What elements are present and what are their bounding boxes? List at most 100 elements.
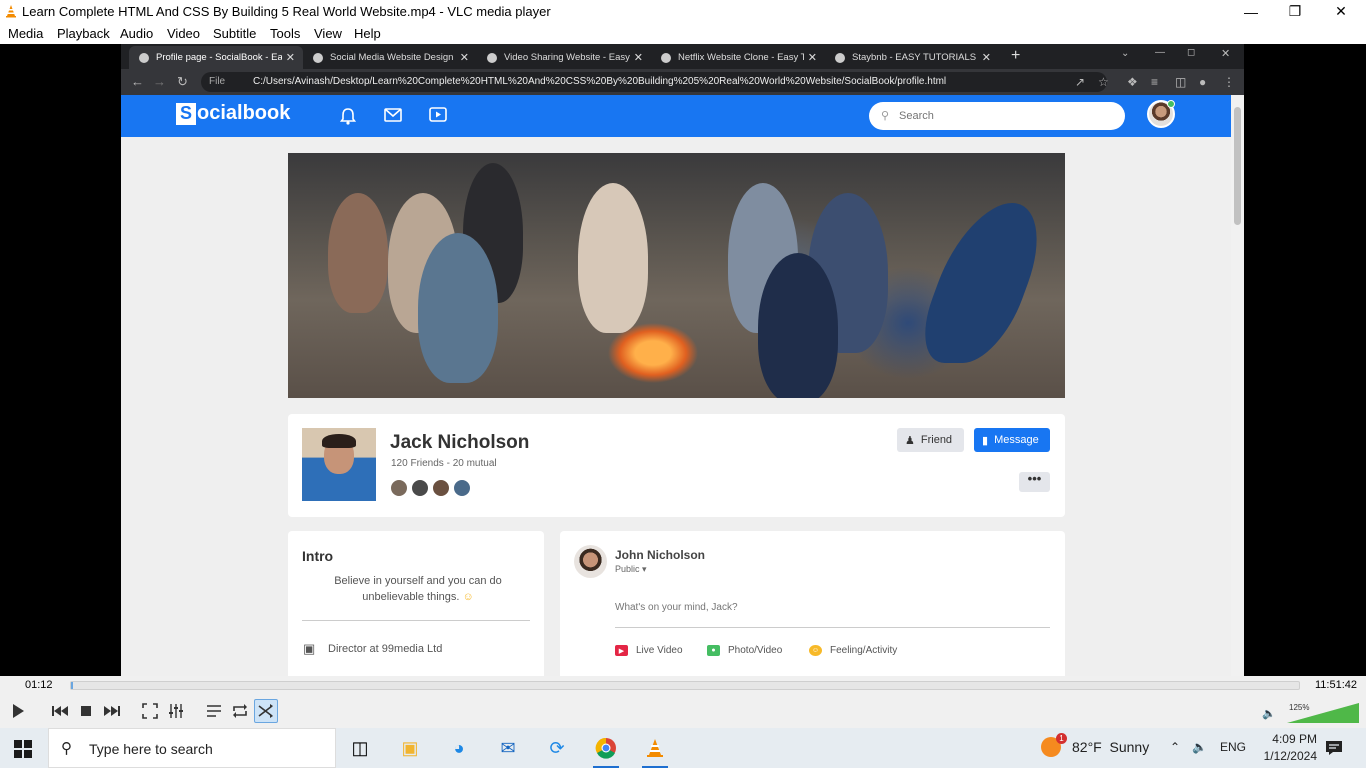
bell-icon[interactable] bbox=[340, 107, 356, 125]
friend-button[interactable]: ♟ Friend bbox=[897, 428, 964, 452]
tab-close-icon[interactable]: ✕ bbox=[808, 51, 817, 64]
equalizer-icon bbox=[169, 704, 183, 718]
mail-icon[interactable]: ✉ bbox=[493, 733, 523, 763]
task-view-icon[interactable]: ◫ bbox=[345, 733, 375, 763]
shuffle-button[interactable] bbox=[254, 699, 278, 723]
friend-avatar[interactable] bbox=[390, 479, 408, 497]
menu-subtitle[interactable]: Subtitle bbox=[213, 26, 256, 41]
previous-icon bbox=[52, 706, 68, 716]
more-options-button[interactable]: ••• bbox=[1019, 472, 1050, 492]
speaker-icon[interactable]: 🔈 bbox=[1262, 706, 1276, 720]
reading-list-icon[interactable]: ≡ bbox=[1151, 75, 1158, 89]
stop-button[interactable] bbox=[74, 699, 98, 723]
friend-button-label: Friend bbox=[920, 434, 953, 446]
menu-media[interactable]: Media bbox=[8, 26, 43, 41]
tab-close-icon[interactable]: ✕ bbox=[982, 51, 991, 64]
restore-button[interactable]: ❐ bbox=[1272, 0, 1318, 23]
seek-bar[interactable] bbox=[70, 681, 1300, 690]
edge-icon[interactable]: ◕ bbox=[444, 733, 474, 763]
globe-icon bbox=[139, 52, 149, 63]
browser-minimize-icon[interactable]: — bbox=[1155, 47, 1165, 58]
tab-label: Profile page - SocialBook - Easy bbox=[156, 52, 282, 63]
browser-close-icon[interactable]: ✕ bbox=[1221, 47, 1230, 60]
play-icon bbox=[13, 704, 24, 718]
browser-tab[interactable]: Social Media Website Design - Ea ✕ bbox=[303, 46, 477, 69]
file-explorer-icon[interactable]: ▣ bbox=[395, 733, 425, 763]
composer-avatar bbox=[574, 545, 607, 578]
menu-audio[interactable]: Audio bbox=[120, 26, 153, 41]
menu-view[interactable]: View bbox=[314, 26, 342, 41]
photo-video-action[interactable]: ● Photo/Video bbox=[707, 645, 782, 656]
profile-picture[interactable] bbox=[302, 428, 376, 501]
browser-tab[interactable]: Profile page - SocialBook - Easy ✕ bbox=[129, 46, 303, 69]
playlist-button[interactable] bbox=[202, 699, 226, 723]
back-icon[interactable]: ← bbox=[131, 74, 144, 89]
site-search-input[interactable] bbox=[899, 107, 1109, 125]
menu-playback[interactable]: Playback bbox=[57, 26, 110, 41]
extended-settings-button[interactable] bbox=[164, 699, 188, 723]
mail-icon[interactable] bbox=[384, 108, 402, 122]
friend-avatar[interactable] bbox=[432, 479, 450, 497]
language-indicator[interactable]: ENG bbox=[1220, 740, 1246, 754]
message-button[interactable]: ▮ Message bbox=[974, 428, 1050, 452]
post-input[interactable] bbox=[615, 588, 1050, 628]
menu-tools[interactable]: Tools bbox=[270, 26, 300, 41]
tab-close-icon[interactable]: ✕ bbox=[286, 51, 295, 64]
extensions-icon[interactable]: ❖ bbox=[1127, 75, 1138, 89]
forward-icon[interactable]: → bbox=[153, 74, 166, 89]
notification-icon[interactable] bbox=[1325, 740, 1343, 756]
windows-start-icon[interactable] bbox=[14, 740, 32, 758]
browser-menu-icon[interactable]: ⋮ bbox=[1223, 75, 1235, 89]
live-video-action[interactable]: ▶ Live Video bbox=[615, 645, 683, 656]
intro-card: Intro Believe in yourself and you can do… bbox=[288, 531, 544, 676]
browser-maximize-icon[interactable]: ◻ bbox=[1187, 47, 1195, 58]
volume-tray-icon[interactable]: 🔈 bbox=[1192, 740, 1207, 754]
tab-close-icon[interactable]: ✕ bbox=[460, 51, 469, 64]
nav-user-avatar[interactable] bbox=[1147, 100, 1175, 128]
menu-video[interactable]: Video bbox=[167, 26, 200, 41]
previous-button[interactable] bbox=[48, 699, 72, 723]
cover-photo bbox=[288, 153, 1065, 398]
taskbar-search[interactable]: ⚲ Type here to search bbox=[48, 728, 336, 768]
vlc-controls: 01:12 11:51:42 🔈 125% bbox=[0, 676, 1366, 728]
page-scrollbar[interactable] bbox=[1231, 95, 1244, 676]
menu-help[interactable]: Help bbox=[354, 26, 381, 41]
show-hidden-icons-icon[interactable]: ⌃ bbox=[1170, 740, 1180, 754]
feeling-activity-action[interactable]: ☺ Feeling/Activity bbox=[809, 645, 897, 656]
browser-tab[interactable]: Netflix Website Clone - Easy Tuto ✕ bbox=[651, 46, 825, 69]
url-field[interactable]: File C:/Users/Avinash/Desktop/Learn%20Co… bbox=[201, 72, 1107, 92]
minimize-button[interactable]: — bbox=[1228, 0, 1274, 23]
side-panel-icon[interactable]: ◫ bbox=[1175, 75, 1186, 89]
reload-icon[interactable]: ↻ bbox=[177, 74, 188, 90]
friend-avatar[interactable] bbox=[453, 479, 471, 497]
tab-search-icon[interactable]: ⌄ bbox=[1121, 48, 1129, 59]
cover-person bbox=[328, 193, 388, 313]
loop-button[interactable] bbox=[228, 699, 252, 723]
cover-person bbox=[418, 233, 498, 383]
friend-avatar[interactable] bbox=[411, 479, 429, 497]
share-icon[interactable]: ↗ bbox=[1075, 75, 1085, 89]
browser-tab[interactable]: Video Sharing Website - Easy Tu ✕ bbox=[477, 46, 651, 69]
bookmark-star-icon[interactable]: ☆ bbox=[1098, 75, 1109, 89]
vlc-taskbar-icon[interactable] bbox=[640, 733, 670, 768]
chrome-icon[interactable] bbox=[591, 733, 621, 768]
scrollbar-thumb[interactable] bbox=[1234, 107, 1241, 225]
taskbar-clock[interactable]: 4:09 PM 1/12/2024 bbox=[1257, 731, 1317, 765]
visibility-dropdown[interactable]: Public ▾ bbox=[615, 564, 647, 575]
elapsed-time: 01:12 bbox=[25, 679, 53, 691]
profile-icon[interactable]: ● bbox=[1199, 75, 1206, 89]
profile-name: Jack Nicholson bbox=[390, 432, 530, 453]
video-icon[interactable] bbox=[429, 107, 447, 122]
new-tab-icon[interactable]: + bbox=[1011, 47, 1020, 65]
play-button[interactable] bbox=[6, 699, 30, 723]
browser-tab[interactable]: Staybnb - EASY TUTORIALS ✕ bbox=[825, 46, 999, 69]
fullscreen-button[interactable] bbox=[138, 699, 162, 723]
playlist-icon bbox=[207, 705, 221, 717]
socialbook-logo[interactable]: S ocialbook bbox=[176, 102, 290, 125]
vscode-icon[interactable]: ⟳ bbox=[542, 733, 572, 763]
next-button[interactable] bbox=[100, 699, 124, 723]
weather-widget[interactable]: 1 82°F Sunny bbox=[1041, 733, 1149, 757]
close-button[interactable]: ✕ bbox=[1318, 0, 1364, 23]
tab-close-icon[interactable]: ✕ bbox=[634, 51, 643, 64]
site-search-box[interactable]: ⚲ bbox=[869, 102, 1125, 130]
